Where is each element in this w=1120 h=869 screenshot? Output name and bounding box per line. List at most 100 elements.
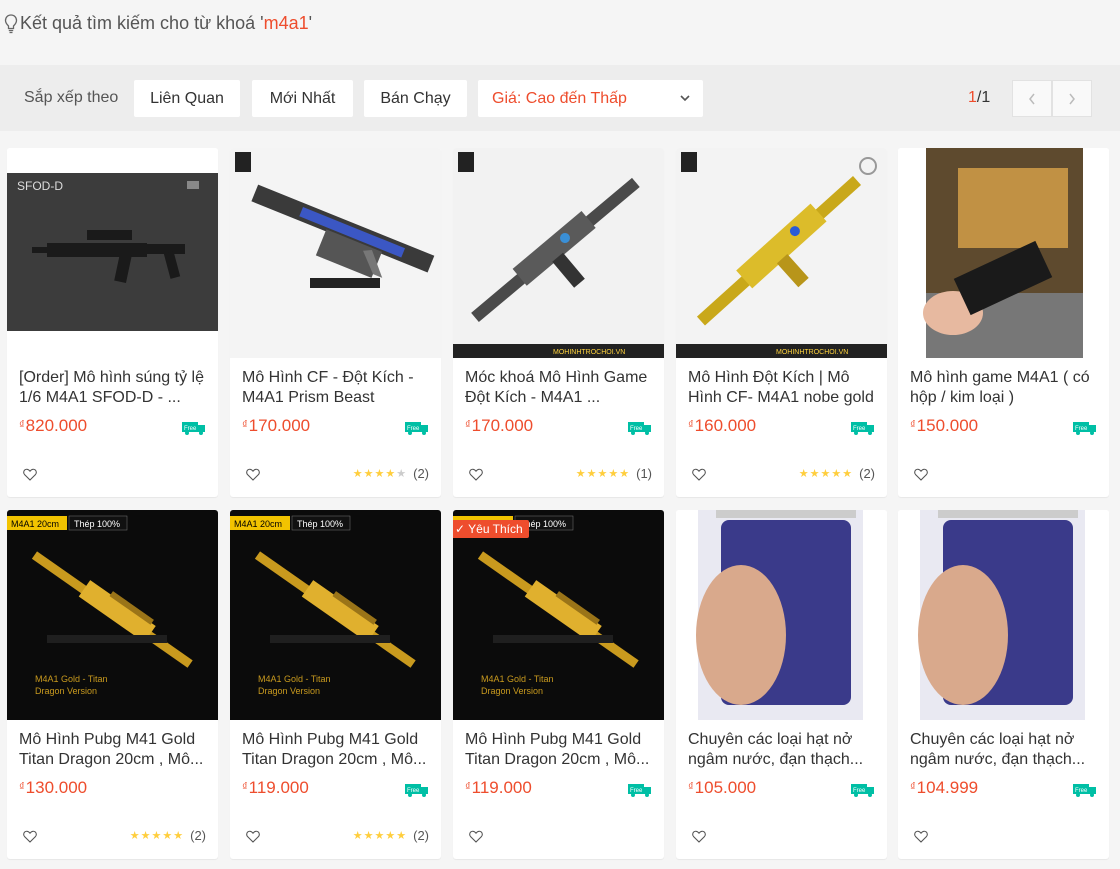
product-image: M4A1 20cm Thép 100% M4A1 Gold - Titan Dr… xyxy=(230,510,441,720)
price-value: 104.999 xyxy=(916,778,979,797)
product-price: ₫170.000 xyxy=(465,416,533,436)
product-card[interactable]: M4A1 20cm Thép 100% M4A1 Gold - Titan Dr… xyxy=(453,510,664,859)
free-shipping-label: Free xyxy=(853,426,866,432)
free-shipping-label: Free xyxy=(184,426,197,432)
product-image-wrapper[interactable]: M4A1 20cm Thép 100% M4A1 Gold - Titan Dr… xyxy=(230,510,441,720)
search-heading-suffix: ' xyxy=(308,13,313,33)
sort-bestseller-button[interactable]: Bán Chạy xyxy=(364,80,467,117)
product-card[interactable]: Mô Hình CF - Đột Kích - M4A1 Prism Beast… xyxy=(230,148,441,497)
next-page-button[interactable] xyxy=(1052,80,1092,117)
product-price: ₫150.000 xyxy=(910,416,978,436)
sort-newest-button[interactable]: Mới Nhất xyxy=(252,80,353,117)
rating-count: (1) xyxy=(636,466,652,481)
product-price: ₫170.000 xyxy=(242,416,310,436)
heart-icon[interactable] xyxy=(469,830,483,843)
heart-icon[interactable] xyxy=(246,468,260,481)
product-image-wrapper[interactable]: M4A1 20cm Thép 100% M4A1 Gold - Titan Dr… xyxy=(453,510,664,720)
product-title[interactable]: Mô Hình CF - Đột Kích - M4A1 Prism Beast xyxy=(242,368,432,408)
sort-price-select-label: Giá: Cao đến Thấp xyxy=(492,89,627,107)
product-title[interactable]: Chuyên các loại hạt nở ngâm nước, đạn th… xyxy=(910,730,1100,770)
free-shipping-label: Free xyxy=(407,788,420,794)
product-title[interactable]: Mô Hình Đột Kích | Mô Hình CF- M4A1 nobe… xyxy=(688,368,878,408)
product-image-wrapper[interactable] xyxy=(898,510,1109,720)
product-image: SFOD-D xyxy=(7,148,218,358)
free-shipping-label: Free xyxy=(1075,426,1088,432)
free-shipping-label: Free xyxy=(853,788,866,794)
heart-icon[interactable] xyxy=(23,830,37,843)
currency-symbol: ₫ xyxy=(910,781,916,793)
rating-count: (2) xyxy=(859,466,875,481)
product-price: ₫105.000 xyxy=(688,778,756,798)
price-value: 150.000 xyxy=(916,416,979,435)
heart-icon[interactable] xyxy=(914,468,928,481)
price-value: 170.000 xyxy=(248,416,311,435)
svg-text:Thép 100%: Thép 100% xyxy=(297,519,343,529)
lightbulb-icon xyxy=(4,13,18,33)
heart-icon[interactable] xyxy=(692,830,706,843)
chevron-right-icon xyxy=(1069,93,1075,104)
product-card[interactable]: Chuyên các loại hạt nở ngâm nước, đạn th… xyxy=(676,510,887,859)
product-title[interactable]: Mô Hình Pubg M41 Gold Titan Dragon 20cm … xyxy=(19,730,209,770)
heart-icon[interactable] xyxy=(914,830,928,843)
product-image-wrapper[interactable] xyxy=(676,510,887,720)
product-image-wrapper[interactable] xyxy=(230,148,441,358)
star-rating-icon: ★★★★★ xyxy=(352,830,408,842)
currency-symbol: ₫ xyxy=(242,781,248,793)
product-card[interactable]: Mô hình game M4A1 ( có hộp / kim loại ) ₫… xyxy=(898,148,1109,497)
rating-count: (2) xyxy=(413,828,429,843)
sort-relevance-button[interactable]: Liên Quan xyxy=(134,80,240,117)
svg-text:M4A1 Gold - Titan: M4A1 Gold - Titan xyxy=(35,674,108,684)
product-card[interactable]: Chuyên các loại hạt nở ngâm nước, đạn th… xyxy=(898,510,1109,859)
svg-text:MOHINHTROCHOI.VN: MOHINHTROCHOI.VN xyxy=(776,349,848,356)
currency-symbol: ₫ xyxy=(242,419,248,431)
prev-page-button[interactable] xyxy=(1012,80,1052,117)
sort-price-select[interactable]: Giá: Cao đến Thấp xyxy=(478,80,703,117)
product-title[interactable]: Móc khoá Mô Hình Game Đột Kích - M4A1 ..… xyxy=(465,368,655,408)
heart-icon[interactable] xyxy=(692,468,706,481)
product-title[interactable]: Mô Hình Pubg M41 Gold Titan Dragon 20cm … xyxy=(242,730,432,770)
heart-icon[interactable] xyxy=(246,830,260,843)
price-value: 119.000 xyxy=(248,778,309,797)
star-rating-icon: ★★★★★ xyxy=(798,468,854,480)
favorite-badge: ✓ Yêu Thích xyxy=(453,520,529,538)
svg-text:Dragon Version: Dragon Version xyxy=(481,686,543,696)
product-image: MOHINHTROCHOI.VN xyxy=(453,148,664,358)
star-rating-icon: ★★★★★ xyxy=(129,830,185,842)
free-shipping-label: Free xyxy=(1075,788,1088,794)
product-image xyxy=(898,148,1109,358)
product-title[interactable]: [Order] Mô hình súng tỷ lệ 1/6 M4A1 SFOD… xyxy=(19,368,209,408)
price-value: 160.000 xyxy=(694,416,757,435)
product-rating: ★★★★★ (2) xyxy=(353,466,429,481)
product-rating: ★★★★★ (2) xyxy=(799,466,875,481)
product-image: MOHINHTROCHOI.VN xyxy=(676,148,887,358)
product-card[interactable]: M4A1 20cm Thép 100% M4A1 Gold - Titan Dr… xyxy=(7,510,218,859)
product-price: ₫160.000 xyxy=(688,416,756,436)
currency-symbol: ₫ xyxy=(465,781,471,793)
product-card[interactable]: MOHINHTROCHOI.VN Móc khoá Mô Hình Game Đ… xyxy=(453,148,664,497)
rating-count: (2) xyxy=(413,466,429,481)
free-shipping-label: Free xyxy=(407,426,420,432)
product-image-wrapper[interactable] xyxy=(898,148,1109,358)
page-indicator: 1/1 xyxy=(968,89,990,107)
product-image-wrapper[interactable]: M4A1 20cm Thép 100% M4A1 Gold - Titan Dr… xyxy=(7,510,218,720)
product-rating: ★★★★★ (1) xyxy=(576,466,652,481)
product-image xyxy=(676,510,887,720)
product-title[interactable]: Chuyên các loại hạt nở ngâm nước, đạn th… xyxy=(688,730,878,770)
current-page: 1 xyxy=(968,89,977,106)
product-card[interactable]: MOHINHTROCHOI.VN Mô Hình Đột Kích | Mô H… xyxy=(676,148,887,497)
heart-icon[interactable] xyxy=(469,468,483,481)
product-image-wrapper[interactable]: SFOD-D xyxy=(7,148,218,358)
free-shipping-icon: Free xyxy=(1073,784,1096,797)
search-heading-prefix: Kết quả tìm kiếm cho từ khoá ' xyxy=(20,13,264,33)
heart-icon[interactable] xyxy=(23,468,37,481)
product-card[interactable]: SFOD-D [Order] Mô hình súng tỷ lệ 1/6 M4… xyxy=(7,148,218,497)
product-image-wrapper[interactable]: MOHINHTROCHOI.VN xyxy=(453,148,664,358)
price-value: 820.000 xyxy=(25,416,88,435)
product-card[interactable]: M4A1 20cm Thép 100% M4A1 Gold - Titan Dr… xyxy=(230,510,441,859)
product-title[interactable]: Mô Hình Pubg M41 Gold Titan Dragon 20cm … xyxy=(465,730,655,770)
product-title[interactable]: Mô hình game M4A1 ( có hộp / kim loại ) xyxy=(910,368,1100,408)
svg-text:Dragon Version: Dragon Version xyxy=(35,686,97,696)
product-image-wrapper[interactable]: MOHINHTROCHOI.VN xyxy=(676,148,887,358)
total-pages: /1 xyxy=(976,89,991,106)
product-rating: ★★★★★ (2) xyxy=(130,828,206,843)
